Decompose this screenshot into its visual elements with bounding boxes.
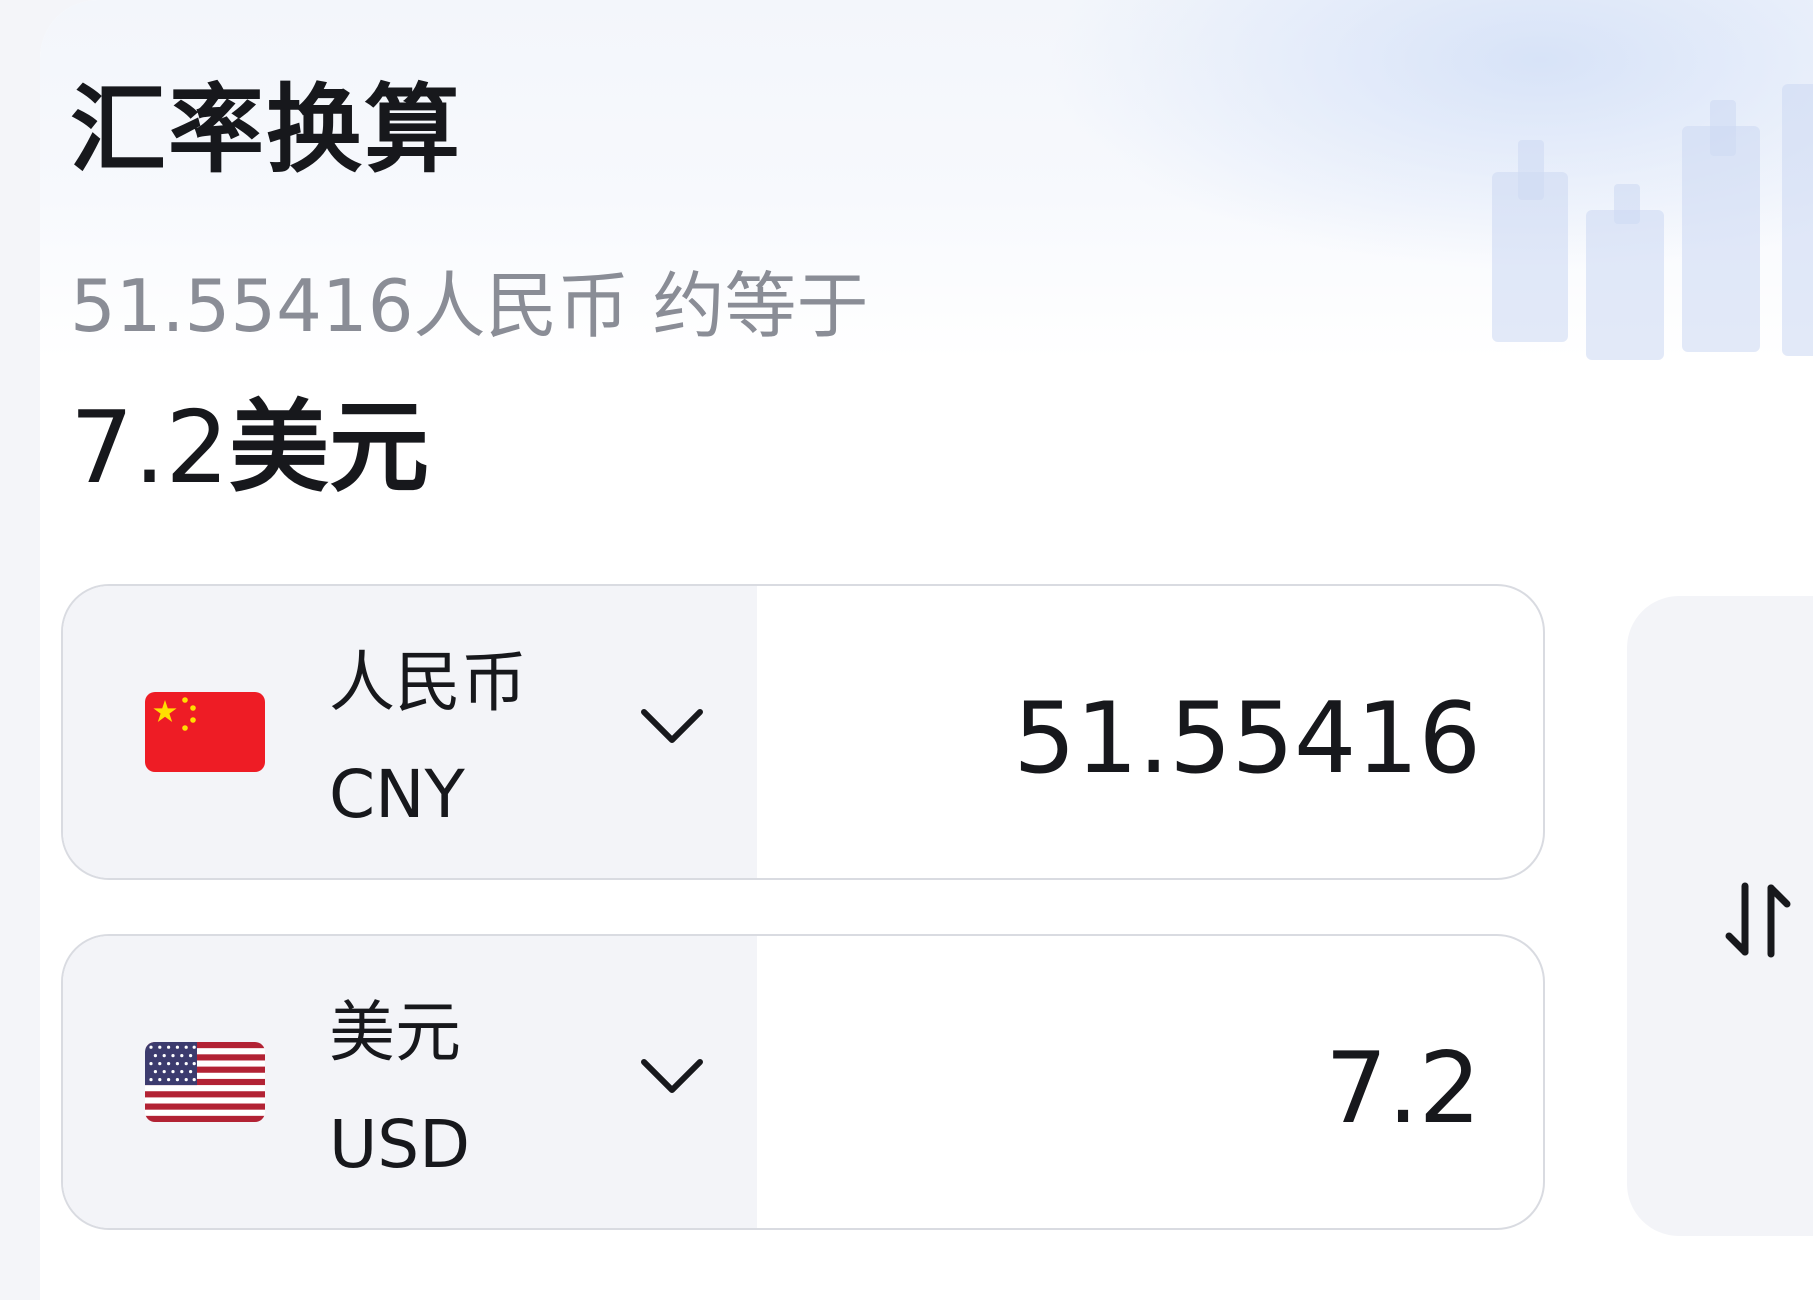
currency-picker-cny[interactable]: 人民币 CNY <box>63 586 757 878</box>
summary-phrase: 约等于 <box>652 264 869 348</box>
conversion-result: 7.2美元 <box>70 398 429 498</box>
summary-from-amount: 51.55416 <box>70 264 414 348</box>
currency-name: 美元 <box>329 994 461 1071</box>
summary-from-currency: 人民币 <box>413 264 630 348</box>
currency-picker-usd[interactable]: 美元 USD <box>63 936 757 1228</box>
chevron-down-icon <box>641 709 703 743</box>
result-unit: 美元 <box>229 389 430 506</box>
conversion-summary: 51.55416人民币 约等于 <box>70 270 868 342</box>
currency-code: CNY <box>329 756 465 833</box>
currency-code: USD <box>329 1106 471 1183</box>
amount-input-usd[interactable]: 7.2 <box>1325 1040 1481 1138</box>
swap-currencies-button[interactable] <box>1627 596 1813 1236</box>
amount-input-cny[interactable]: 51.55416 <box>1013 690 1481 788</box>
chevron-down-icon <box>641 1059 703 1093</box>
result-amount: 7.2 <box>70 389 230 506</box>
currency-row-cny: 人民币 CNY 51.55416 <box>61 584 1545 880</box>
currency-row-usd: 美元 USD 7.2 <box>61 934 1545 1230</box>
usa-flag-icon <box>145 1042 265 1122</box>
page-title: 汇率换算 <box>70 74 462 186</box>
china-flag-icon <box>145 692 265 772</box>
currency-name: 人民币 <box>329 644 527 721</box>
swap-arrows-icon <box>1725 882 1791 958</box>
